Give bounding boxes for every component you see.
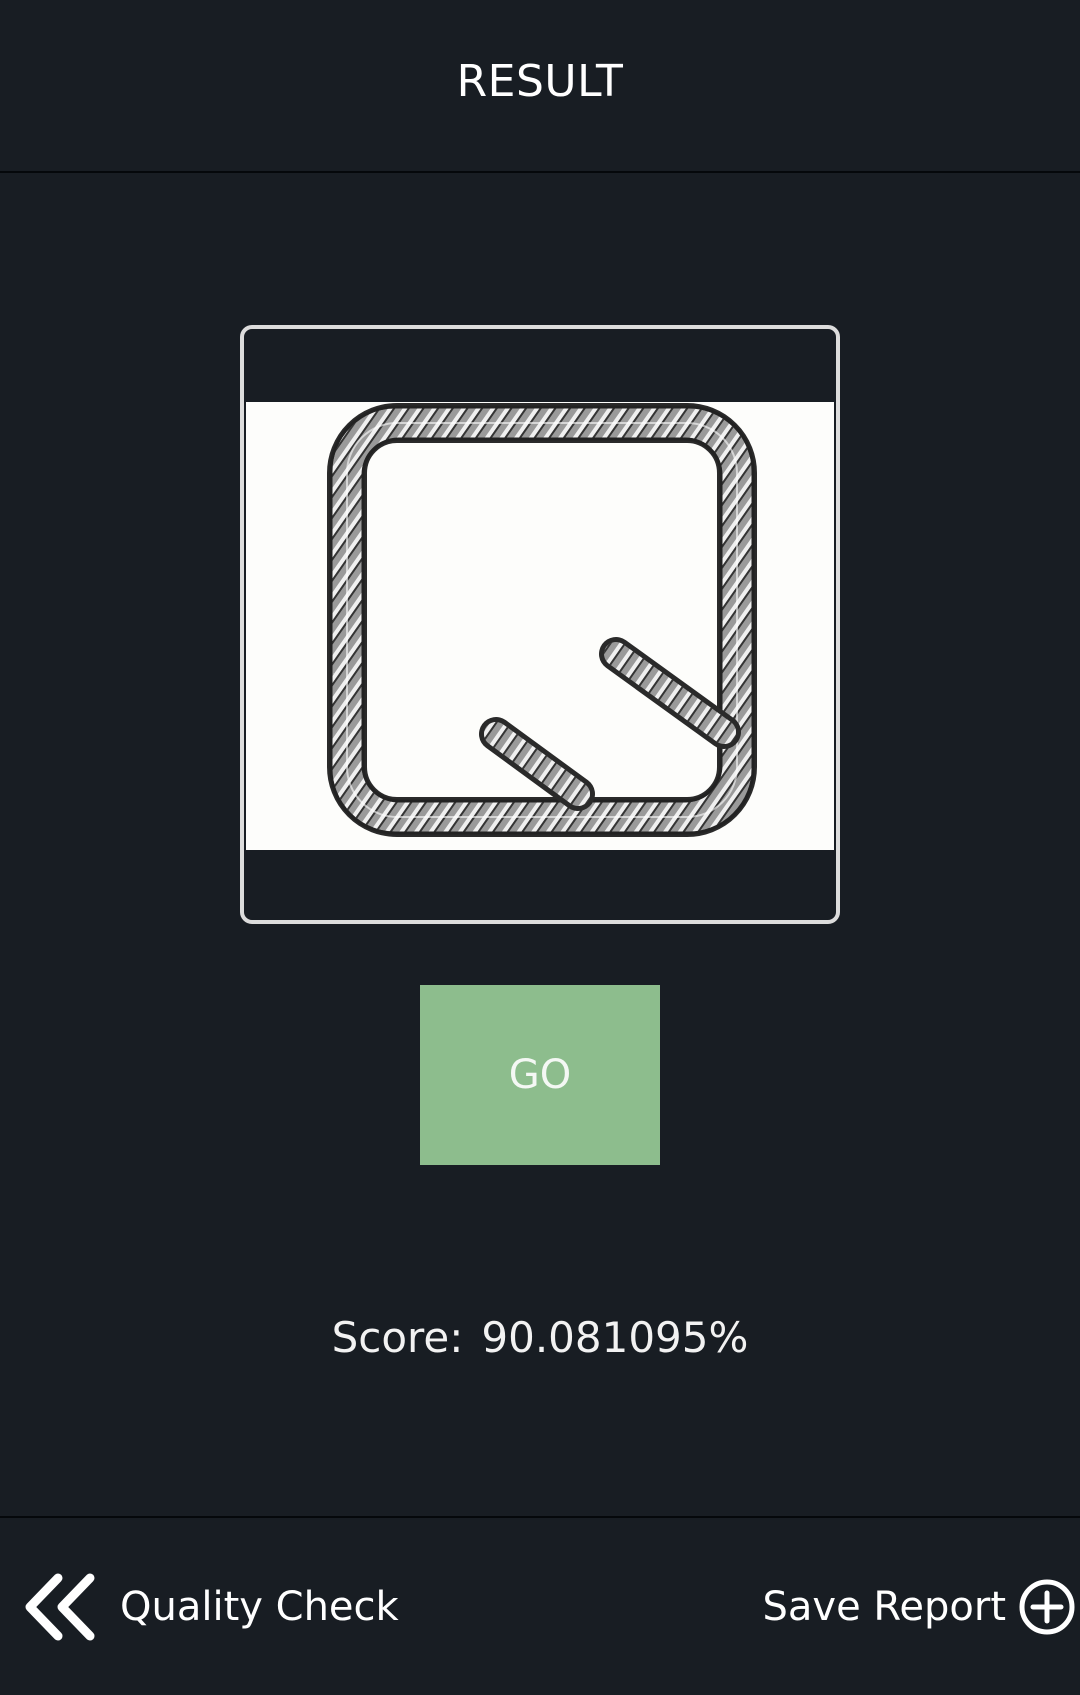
quality-check-back-button[interactable]: Quality Check <box>22 1572 399 1642</box>
score-value: 90.081095% <box>481 1313 749 1362</box>
page-title: RESULT <box>456 56 624 107</box>
plus-circle-icon <box>1019 1579 1075 1635</box>
score-label: Score: <box>331 1313 464 1362</box>
save-report-button[interactable]: Save Report <box>763 1572 1077 1642</box>
save-report-label: Save Report <box>762 1584 1007 1630</box>
rebar-stirrup-image <box>246 402 834 850</box>
header-bar: RESULT <box>0 0 1080 173</box>
double-chevron-left-icon <box>25 1573 95 1641</box>
result-image-frame <box>240 325 840 924</box>
go-button[interactable]: GO <box>420 985 660 1165</box>
footer-bar: Quality Check Save Report <box>0 1516 1080 1695</box>
score-display: Score: 90.081095% <box>0 1313 1080 1362</box>
rebar-stirrup-graphic <box>327 403 757 837</box>
quality-check-label: Quality Check <box>120 1584 399 1630</box>
